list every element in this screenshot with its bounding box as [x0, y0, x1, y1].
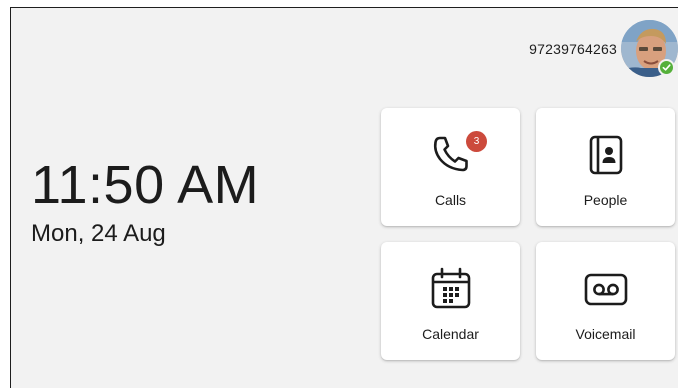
missed-calls-badge: 3 — [466, 131, 487, 152]
calendar-label: Calendar — [422, 326, 479, 342]
current-date: Mon, 24 Aug — [31, 220, 166, 247]
voicemail-icon — [584, 273, 627, 306]
contacts-book-icon — [589, 135, 622, 175]
presence-available-icon — [658, 59, 675, 76]
clock-display: 11:50 AM Mon, 24 Aug — [31, 158, 259, 248]
calendar-icon — [431, 267, 470, 309]
phone-number: 97239764263 — [529, 40, 617, 57]
calls-label: Calls — [434, 192, 467, 208]
current-time: 11:50 AM — [31, 155, 260, 215]
people-tile[interactable]: People — [536, 108, 675, 226]
user-status-area[interactable]: 97239764263 — [529, 20, 678, 77]
people-label: People — [583, 192, 628, 208]
home-screen: 97239764263 11:50 AM Mon, 24 Aug 3 Calls… — [10, 7, 678, 388]
calls-tile[interactable]: 3 Calls — [381, 108, 520, 226]
calendar-tile[interactable]: Calendar — [381, 242, 520, 360]
voicemail-tile[interactable]: Voicemail — [536, 242, 675, 360]
voicemail-label: Voicemail — [575, 326, 636, 342]
